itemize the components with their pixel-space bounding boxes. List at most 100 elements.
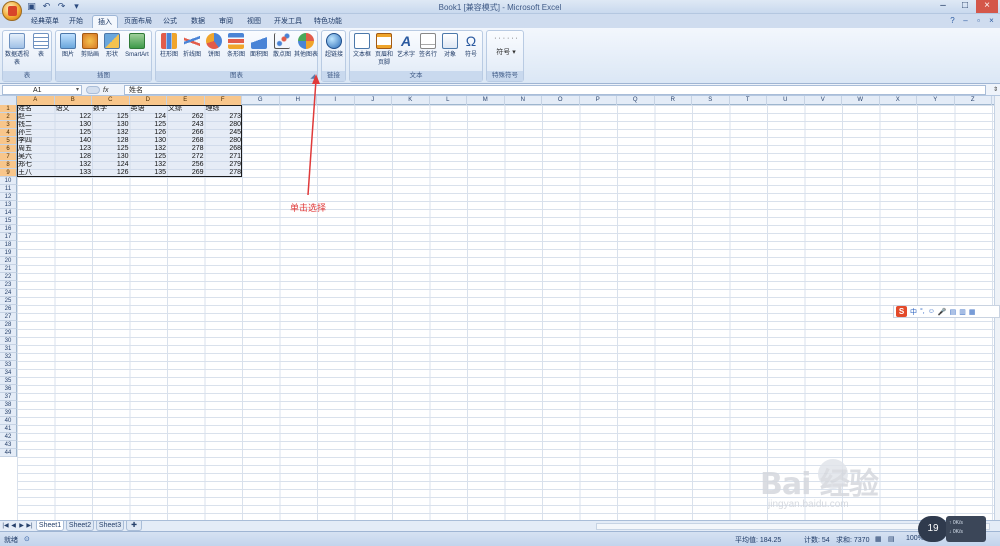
- insert-sheet-icon[interactable]: ✚: [126, 521, 142, 531]
- table-cell[interactable]: 280: [205, 121, 243, 129]
- row-header[interactable]: 21: [0, 265, 17, 273]
- keyboard-icon[interactable]: ▤: [950, 308, 957, 316]
- row-header[interactable]: 27: [0, 313, 17, 321]
- smartart-button[interactable]: SmartArt: [123, 33, 151, 59]
- pivot-table-button[interactable]: 数据透视表: [5, 33, 29, 67]
- table-cell[interactable]: 122: [55, 113, 93, 121]
- row-header[interactable]: 23: [0, 281, 17, 289]
- next-sheet-icon[interactable]: ▶: [18, 522, 25, 530]
- bar-chart-button[interactable]: 条形图: [225, 33, 247, 59]
- table-cell[interactable]: 125: [92, 113, 130, 121]
- row-header[interactable]: 38: [0, 401, 17, 409]
- clipart-button[interactable]: 剪贴画: [79, 33, 101, 59]
- column-header[interactable]: L: [430, 96, 467, 105]
- sheet-tab-2[interactable]: Sheet2: [66, 521, 94, 531]
- row-header[interactable]: 13: [0, 201, 17, 209]
- column-header[interactable]: J: [355, 96, 392, 105]
- table-cell[interactable]: 126: [130, 129, 168, 137]
- row-header[interactable]: 44: [0, 449, 17, 457]
- row-header[interactable]: 6: [0, 145, 17, 153]
- table-cell[interactable]: 245: [205, 129, 243, 137]
- emoji-icon[interactable]: ☺: [928, 308, 935, 315]
- header-footer-button[interactable]: 页眉和页脚: [373, 33, 395, 67]
- first-sheet-icon[interactable]: |◀: [2, 522, 9, 530]
- table-cell[interactable]: 132: [130, 145, 168, 153]
- table-cell[interactable]: 李四: [17, 137, 55, 145]
- row-header[interactable]: 39: [0, 409, 17, 417]
- table-cell[interactable]: 132: [130, 161, 168, 169]
- table-button[interactable]: 表: [31, 33, 51, 59]
- table-cell[interactable]: 266: [167, 129, 205, 137]
- row-header[interactable]: 28: [0, 321, 17, 329]
- tab-view[interactable]: 视图: [242, 15, 266, 28]
- table-cell[interactable]: 125: [55, 129, 93, 137]
- row-header[interactable]: 41: [0, 425, 17, 433]
- ribbon-restore-icon[interactable]: ▫: [974, 16, 983, 25]
- name-box[interactable]: A1 ▾: [2, 85, 82, 95]
- sogou-icon[interactable]: S: [896, 306, 907, 317]
- table-cell[interactable]: 278: [205, 169, 243, 177]
- skin-icon[interactable]: ▥: [959, 308, 966, 316]
- table-cell[interactable]: 125: [130, 153, 168, 161]
- table-cell[interactable]: 赵一: [17, 113, 55, 121]
- special-symbols-grid[interactable]: · · · · · · 符号 ▾: [489, 35, 523, 57]
- name-box-dropdown-icon[interactable]: ▾: [76, 86, 79, 95]
- row-header[interactable]: 18: [0, 241, 17, 249]
- table-cell[interactable]: 125: [92, 145, 130, 153]
- table-cell[interactable]: 吴六: [17, 153, 55, 161]
- tab-home[interactable]: 开始: [64, 15, 88, 28]
- column-header[interactable]: S: [692, 96, 730, 105]
- table-cell[interactable]: 268: [205, 145, 243, 153]
- table-cell[interactable]: 135: [130, 169, 168, 177]
- row-header[interactable]: 42: [0, 433, 17, 441]
- microphone-icon[interactable]: 🎤: [938, 308, 947, 316]
- row-header[interactable]: 19: [0, 249, 17, 257]
- column-header[interactable]: A: [17, 96, 55, 105]
- last-sheet-icon[interactable]: ▶|: [26, 522, 33, 530]
- table-cell[interactable]: 269: [167, 169, 205, 177]
- row-header[interactable]: 1: [0, 105, 17, 113]
- row-header[interactable]: 33: [0, 361, 17, 369]
- table-cell[interactable]: 钱二: [17, 121, 55, 129]
- other-charts-button[interactable]: 其他图表: [294, 33, 318, 59]
- tab-data[interactable]: 数据: [186, 15, 210, 28]
- tab-classic-menu[interactable]: 经典菜单: [28, 15, 62, 28]
- signature-line-button[interactable]: 签名行: [417, 33, 439, 59]
- tab-developer[interactable]: 开发工具: [270, 15, 306, 28]
- office-button[interactable]: [2, 1, 22, 21]
- view-layout-icon[interactable]: ▤: [888, 535, 895, 543]
- table-cell[interactable]: 256: [167, 161, 205, 169]
- table-cell[interactable]: 124: [92, 161, 130, 169]
- area-chart-button[interactable]: 面积图: [248, 33, 270, 59]
- column-header[interactable]: W: [842, 96, 880, 105]
- table-header-cell[interactable]: 理综: [205, 105, 243, 113]
- row-header[interactable]: 10: [0, 177, 17, 185]
- row-header[interactable]: 30: [0, 337, 17, 345]
- tab-special-features[interactable]: 特色功能: [310, 15, 346, 28]
- row-header[interactable]: 43: [0, 441, 17, 449]
- table-cell[interactable]: 268: [167, 137, 205, 145]
- column-header[interactable]: P: [580, 96, 617, 105]
- row-header[interactable]: 17: [0, 233, 17, 241]
- table-cell[interactable]: 123: [55, 145, 93, 153]
- table-cell[interactable]: 273: [205, 113, 243, 121]
- pie-chart-button[interactable]: 饼图: [204, 33, 224, 59]
- tab-page-layout[interactable]: 页面布局: [120, 15, 156, 28]
- row-header[interactable]: 2: [0, 113, 17, 121]
- tab-insert[interactable]: 插入: [92, 15, 118, 28]
- toolbox-icon[interactable]: ▦: [969, 308, 976, 316]
- table-cell[interactable]: 140: [55, 137, 93, 145]
- column-header[interactable]: U: [767, 96, 805, 105]
- table-cell[interactable]: 279: [205, 161, 243, 169]
- table-cell[interactable]: 130: [130, 137, 168, 145]
- column-header[interactable]: M: [467, 96, 505, 105]
- row-header[interactable]: 15: [0, 217, 17, 225]
- ribbon-close-icon[interactable]: ×: [987, 16, 996, 25]
- column-header[interactable]: K: [392, 96, 430, 105]
- row-header[interactable]: 9: [0, 169, 17, 177]
- row-header[interactable]: 7: [0, 153, 17, 161]
- maximize-button[interactable]: □: [954, 0, 976, 13]
- table-header-cell[interactable]: 姓名: [17, 105, 55, 113]
- table-cell[interactable]: 130: [92, 153, 130, 161]
- column-header[interactable]: O: [542, 96, 580, 105]
